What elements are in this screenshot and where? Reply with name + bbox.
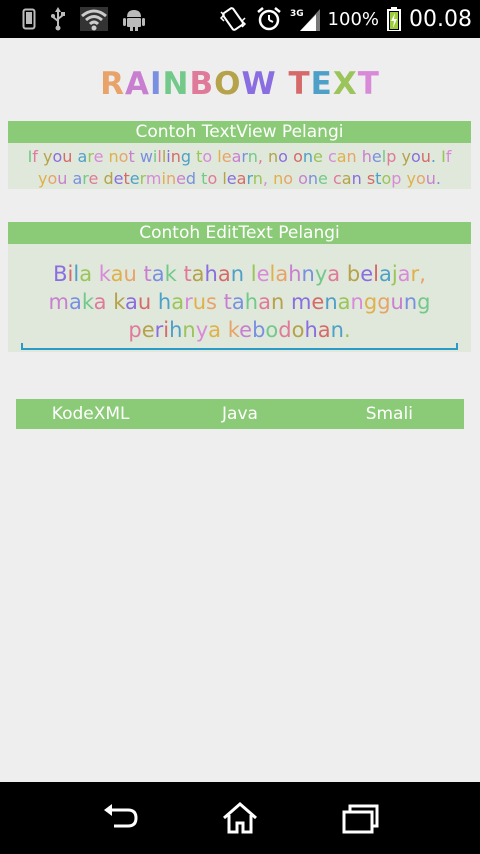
- rainbow-textview: If you are not willing to learn, no one …: [27, 147, 452, 188]
- alarm-icon: [256, 7, 281, 31]
- battery-percent: 100%: [327, 8, 380, 30]
- code-tabs: KodeXML Java Smali: [16, 399, 464, 429]
- textview-header: Contoh TextView Pelangi: [8, 121, 471, 143]
- clock: 00.08: [409, 6, 472, 32]
- svg-text:3G: 3G: [290, 9, 304, 19]
- wifi-icon: [80, 7, 108, 31]
- textview-panel: Contoh TextView Pelangi If you are not w…: [8, 121, 471, 189]
- phone-icon: [22, 8, 36, 30]
- page-title-text: RAINBOW TEXT: [100, 66, 380, 102]
- back-icon[interactable]: [100, 800, 140, 836]
- battery-charging-icon: [387, 7, 402, 31]
- recent-apps-icon[interactable]: [340, 800, 380, 836]
- page-title: RAINBOW TEXT: [0, 66, 480, 102]
- status-bar: 3G 100% 00.08: [0, 0, 480, 38]
- tab-java[interactable]: Java: [165, 399, 314, 429]
- tab-kodexml[interactable]: KodeXML: [16, 399, 165, 429]
- usb-icon: [51, 7, 65, 31]
- android-icon: [123, 10, 145, 31]
- edittext-value: Bila kau tak tahan lelahnya belajar, mak…: [48, 262, 431, 342]
- edittext-panel: Contoh EditText Pelangi Bila kau tak tah…: [8, 222, 471, 352]
- status-left-icons: [22, 7, 146, 31]
- rainbow-edittext[interactable]: Bila kau tak tahan lelahnya belajar, mak…: [21, 254, 458, 350]
- home-icon[interactable]: [220, 800, 260, 836]
- navigation-bar: [0, 782, 480, 854]
- vibrate-icon: [219, 7, 246, 31]
- signal-icon: 3G: [290, 9, 320, 31]
- edittext-header: Contoh EditText Pelangi: [8, 222, 471, 244]
- tab-smali[interactable]: Smali: [315, 399, 464, 429]
- status-right-icons: 3G 100% 00.08: [218, 6, 472, 32]
